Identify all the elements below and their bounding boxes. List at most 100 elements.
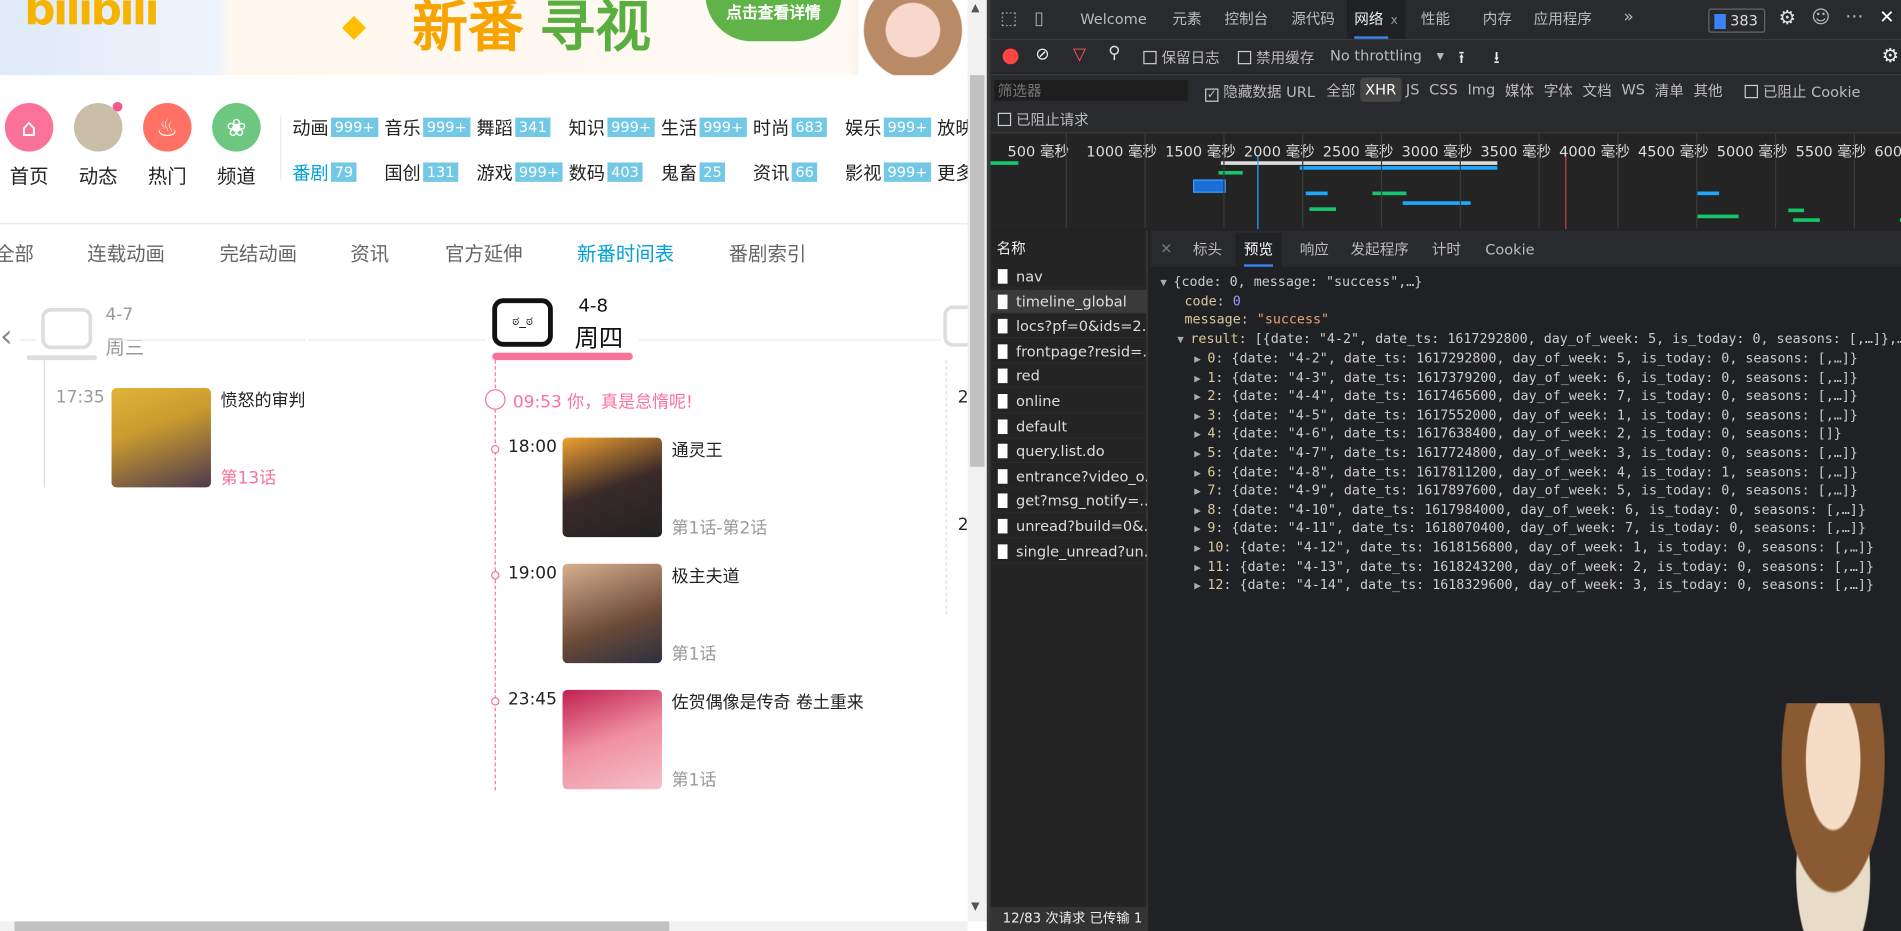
tab-性能[interactable]: 性能	[1421, 0, 1450, 39]
expand-arrow-icon[interactable]: ▶	[1194, 581, 1207, 593]
prev-arrow-icon[interactable]: ‹	[0, 319, 13, 355]
category-鬼畜[interactable]: 鬼畜 25	[661, 160, 726, 185]
nav-label[interactable]: 动态	[68, 160, 129, 189]
expand-arrow-icon[interactable]: ▶	[1194, 543, 1207, 555]
filter-XHR[interactable]: XHR	[1360, 77, 1402, 102]
json-result-item[interactable]: ▶ 1: {date: "4-3", date_ts: 1617379200, …	[1194, 369, 1858, 385]
json-result-item[interactable]: ▶ 0: {date: "4-2", date_ts: 1617292800, …	[1194, 350, 1858, 366]
filter-字体[interactable]: 字体	[1539, 76, 1578, 104]
category-动画[interactable]: 动画 999+	[292, 115, 379, 140]
json-result-item[interactable]: ▶ 5: {date: "4-7", date_ts: 1617724800, …	[1194, 445, 1858, 461]
filter-Img[interactable]: Img	[1463, 78, 1500, 102]
request-row[interactable]: red	[990, 364, 1147, 389]
cover-image[interactable]	[562, 689, 662, 790]
subtab[interactable]: 番剧索引	[729, 238, 807, 267]
category-知识[interactable]: 知识 999+	[569, 115, 655, 140]
category-舞蹈[interactable]: 舞蹈 341	[476, 115, 551, 140]
tab-控制台[interactable]: 控制台	[1225, 0, 1269, 39]
close-detail-icon[interactable]: ✕	[1160, 240, 1172, 257]
disable-cache-checkbox[interactable]: 禁用缓存	[1237, 47, 1314, 68]
bilibili-logo[interactable]: bilibili	[24, 0, 159, 35]
json-result-item[interactable]: ▶ 9: {date: "4-11", date_ts: 1618070400,…	[1194, 521, 1866, 537]
throttling-select[interactable]: No throttling ▾	[1330, 47, 1444, 64]
request-row[interactable]: entrance?video_o...	[990, 464, 1147, 489]
issues-button[interactable]: ▇ 383	[1708, 8, 1766, 33]
nav-label[interactable]: 首页	[0, 160, 59, 189]
request-row[interactable]: nav	[990, 264, 1147, 289]
filter-全部[interactable]: 全部	[1322, 76, 1361, 104]
filter-清单[interactable]: 清单	[1650, 76, 1689, 104]
tab-应用程序[interactable]: 应用程序	[1534, 0, 1592, 39]
expand-arrow-icon[interactable]: ▶	[1194, 430, 1207, 442]
expand-arrow-icon[interactable]: ▶	[1194, 354, 1207, 366]
json-result-item[interactable]: ▶ 12: {date: "4-14", date_ts: 1618329600…	[1194, 577, 1874, 593]
category-游戏[interactable]: 游戏 999+	[476, 160, 563, 185]
details-bubble[interactable]: 点击查看详情	[705, 0, 842, 42]
tab-元素[interactable]: 元素	[1172, 0, 1201, 39]
tab-源代码[interactable]: 源代码	[1291, 0, 1335, 39]
tab-内存[interactable]: 内存	[1483, 0, 1512, 39]
item-episode[interactable]: 第13话	[221, 466, 277, 490]
close-tab-icon[interactable]: x	[1391, 15, 1398, 28]
request-row[interactable]: timeline_global	[990, 289, 1147, 314]
expand-arrow-icon[interactable]: ▶	[1194, 486, 1207, 498]
nav-label[interactable]: 频道	[206, 160, 267, 189]
category-音乐[interactable]: 音乐 999+	[384, 115, 471, 140]
category-资讯[interactable]: 资讯 66	[753, 160, 818, 185]
detail-tab-预览[interactable]: 预览	[1235, 232, 1282, 267]
preserve-log-checkbox[interactable]: 保留日志	[1143, 47, 1220, 68]
expand-arrow-icon[interactable]: ▶	[1194, 467, 1207, 479]
inspect-icon[interactable]: ⬚	[1000, 7, 1017, 29]
feedback-icon[interactable]: ☺	[1811, 6, 1830, 28]
json-result-item[interactable]: ▶ 7: {date: "4-9", date_ts: 1617897600, …	[1194, 483, 1858, 499]
category-影视[interactable]: 影视 999+	[845, 160, 932, 185]
cover-image[interactable]	[562, 563, 662, 664]
expand-arrow-icon[interactable]: ▶	[1194, 524, 1207, 536]
expand-arrow-icon[interactable]: ▼	[1177, 335, 1190, 347]
more-tabs-icon[interactable]: »	[1623, 7, 1633, 26]
expand-arrow-icon[interactable]: ▶	[1194, 505, 1207, 517]
scrollbar-thumb[interactable]	[969, 75, 985, 467]
fire-icon[interactable]: ♨	[143, 103, 192, 152]
request-row[interactable]: query.list.do	[990, 439, 1147, 464]
item-title[interactable]: 佐贺偶像是传奇 卷土重来	[672, 690, 864, 714]
expand-arrow-icon[interactable]: ▶	[1194, 392, 1207, 404]
detail-tab-发起程序[interactable]: 发起程序	[1351, 233, 1409, 267]
close-icon[interactable]: ✕	[1879, 6, 1894, 28]
json-result-item[interactable]: ▶ 2: {date: "4-4", date_ts: 1617465600, …	[1194, 388, 1858, 404]
request-row[interactable]: locs?pf=0&ids=2...	[990, 314, 1147, 339]
more-options-icon[interactable]: ⋯	[1845, 5, 1863, 27]
category-数码[interactable]: 数码 403	[569, 160, 643, 185]
detail-tab-响应[interactable]: 响应	[1300, 233, 1329, 267]
today-weekday[interactable]: 周四	[575, 319, 623, 354]
expand-arrow-icon[interactable]: ▼	[1160, 278, 1173, 290]
category-娱乐[interactable]: 娱乐 999+	[845, 115, 932, 140]
device-toggle-icon[interactable]: ▯	[1034, 7, 1044, 29]
subtab[interactable]: 资讯	[350, 238, 389, 267]
json-result-item[interactable]: ▶ 3: {date: "4-5", date_ts: 1617552000, …	[1194, 407, 1858, 423]
request-row[interactable]: get?msg_notify=...	[990, 489, 1147, 514]
json-result[interactable]: ▼ result: [{date: "4-2", date_ts: 161729…	[1177, 331, 1901, 347]
record-icon[interactable]	[1002, 48, 1019, 65]
detail-tab-Cookie[interactable]: Cookie	[1485, 233, 1534, 267]
subtab[interactable]: 官方延伸	[445, 238, 523, 267]
cover-image[interactable]	[562, 437, 662, 538]
item-title[interactable]: 愤怒的审判	[221, 388, 306, 412]
filter-其他[interactable]: 其他	[1689, 76, 1728, 104]
network-settings-icon[interactable]: ⚙	[1882, 44, 1899, 67]
clear-icon[interactable]: ⊘	[1035, 45, 1049, 64]
import-har-icon[interactable]: ⭱	[1459, 45, 1465, 74]
subtab[interactable]: 新番时间表	[577, 238, 674, 267]
channel-icon[interactable]: ❀	[212, 103, 261, 152]
json-result-item[interactable]: ▶ 11: {date: "4-13", date_ts: 1618243200…	[1194, 558, 1874, 574]
expand-arrow-icon[interactable]: ▶	[1194, 449, 1207, 461]
prev-weekday[interactable]: 周三	[105, 331, 144, 360]
filter-WS[interactable]: WS	[1616, 78, 1649, 102]
json-result-item[interactable]: ▶ 8: {date: "4-10", date_ts: 1617984000,…	[1194, 502, 1866, 518]
blocked-cookies-checkbox[interactable]: 已阻止 Cookie	[1744, 81, 1860, 102]
detail-tab-标头[interactable]: 标头	[1193, 233, 1222, 267]
json-root[interactable]: ▼ {code: 0, message: "success",…}	[1160, 274, 1422, 290]
item-episode[interactable]: 第1话-第2话	[672, 515, 768, 539]
banner[interactable]: bilibili 新番 寻视 点击查看详情	[0, 0, 968, 76]
json-code[interactable]: code: 0	[1185, 293, 1241, 309]
